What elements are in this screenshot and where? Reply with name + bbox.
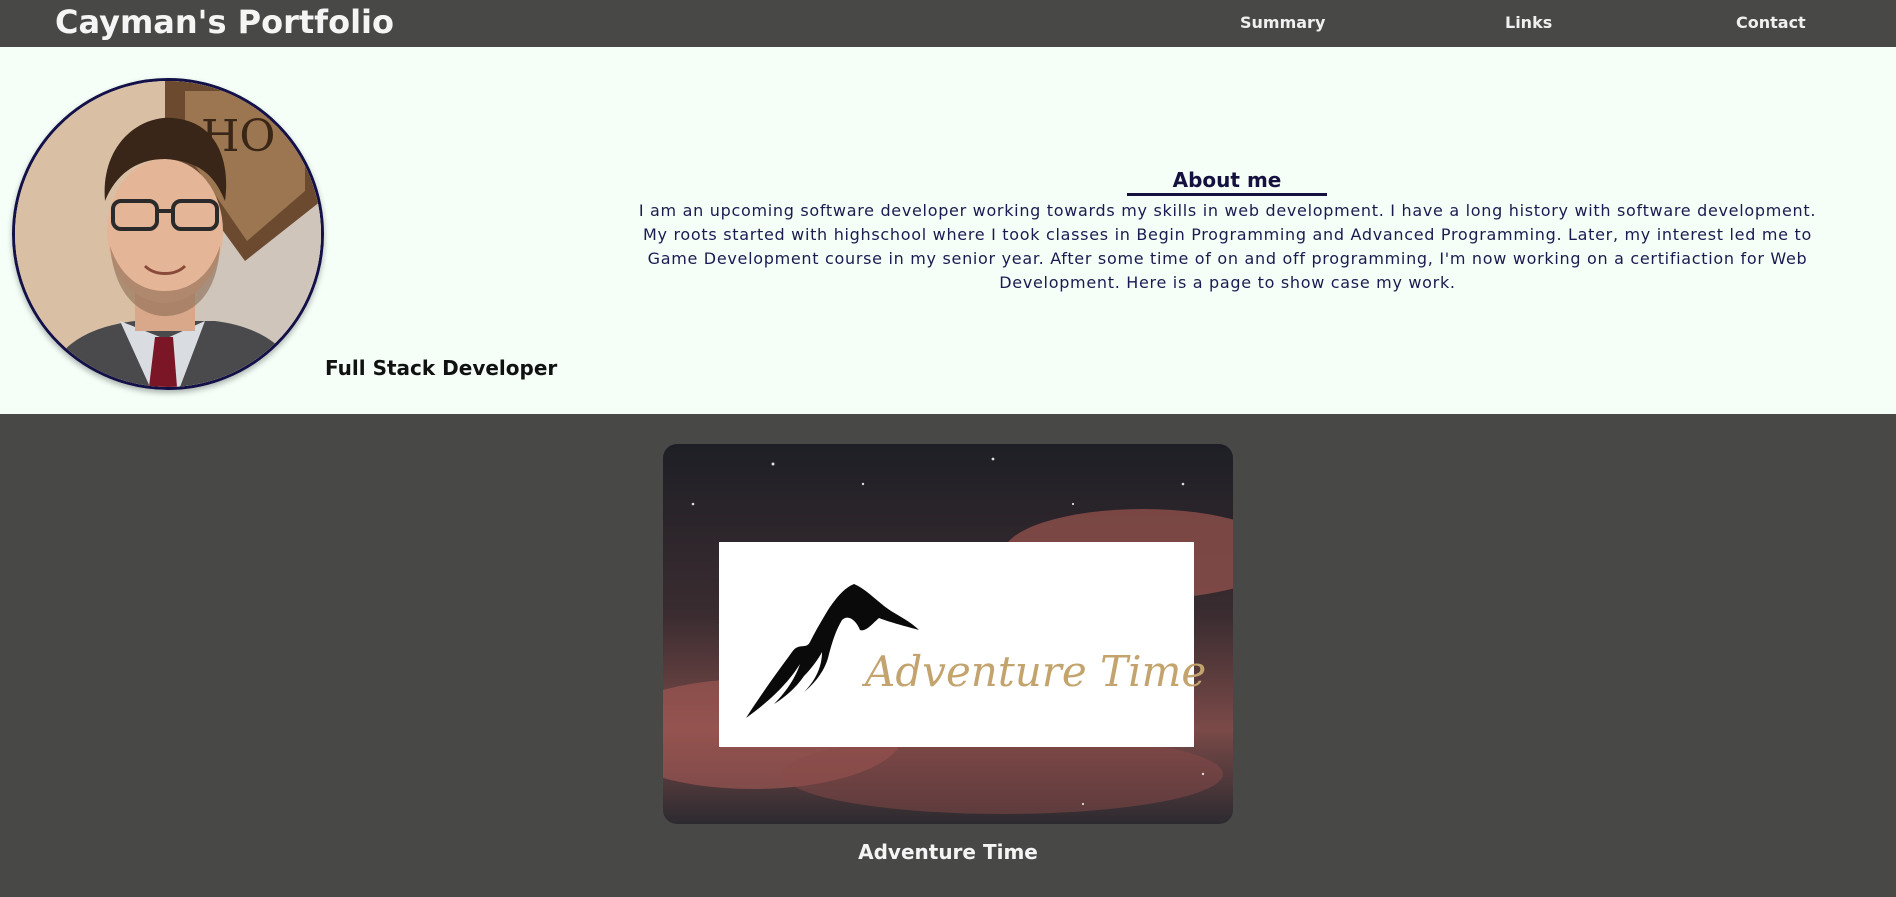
nav-link-contact[interactable]: Contact [1736, 0, 1806, 47]
about-heading: About me [1172, 168, 1282, 192]
about-heading-underline [1127, 193, 1327, 196]
project-logo-panel: Adventure Time [719, 542, 1206, 747]
profile-section: HO Full Stack Developer About me I am an… [0, 47, 1896, 414]
top-navbar: Cayman's Portfolio Summary Links Contact [0, 0, 1896, 47]
nav-link-links[interactable]: Links [1505, 0, 1552, 47]
project-logo-text: Adventure Time [865, 647, 1207, 696]
avatar: HO [12, 78, 324, 390]
project-title-adventure-time[interactable]: Adventure Time [663, 840, 1233, 864]
profile-photo: HO [15, 81, 321, 387]
nav-link-summary[interactable]: Summary [1240, 0, 1325, 47]
role-title: Full Stack Developer [325, 356, 558, 380]
about-paragraph: I am an upcoming software developer work… [638, 201, 1817, 292]
brand-title[interactable]: Cayman's Portfolio [55, 0, 394, 47]
project-card-adventure-time[interactable]: Adventure Time [663, 444, 1233, 824]
